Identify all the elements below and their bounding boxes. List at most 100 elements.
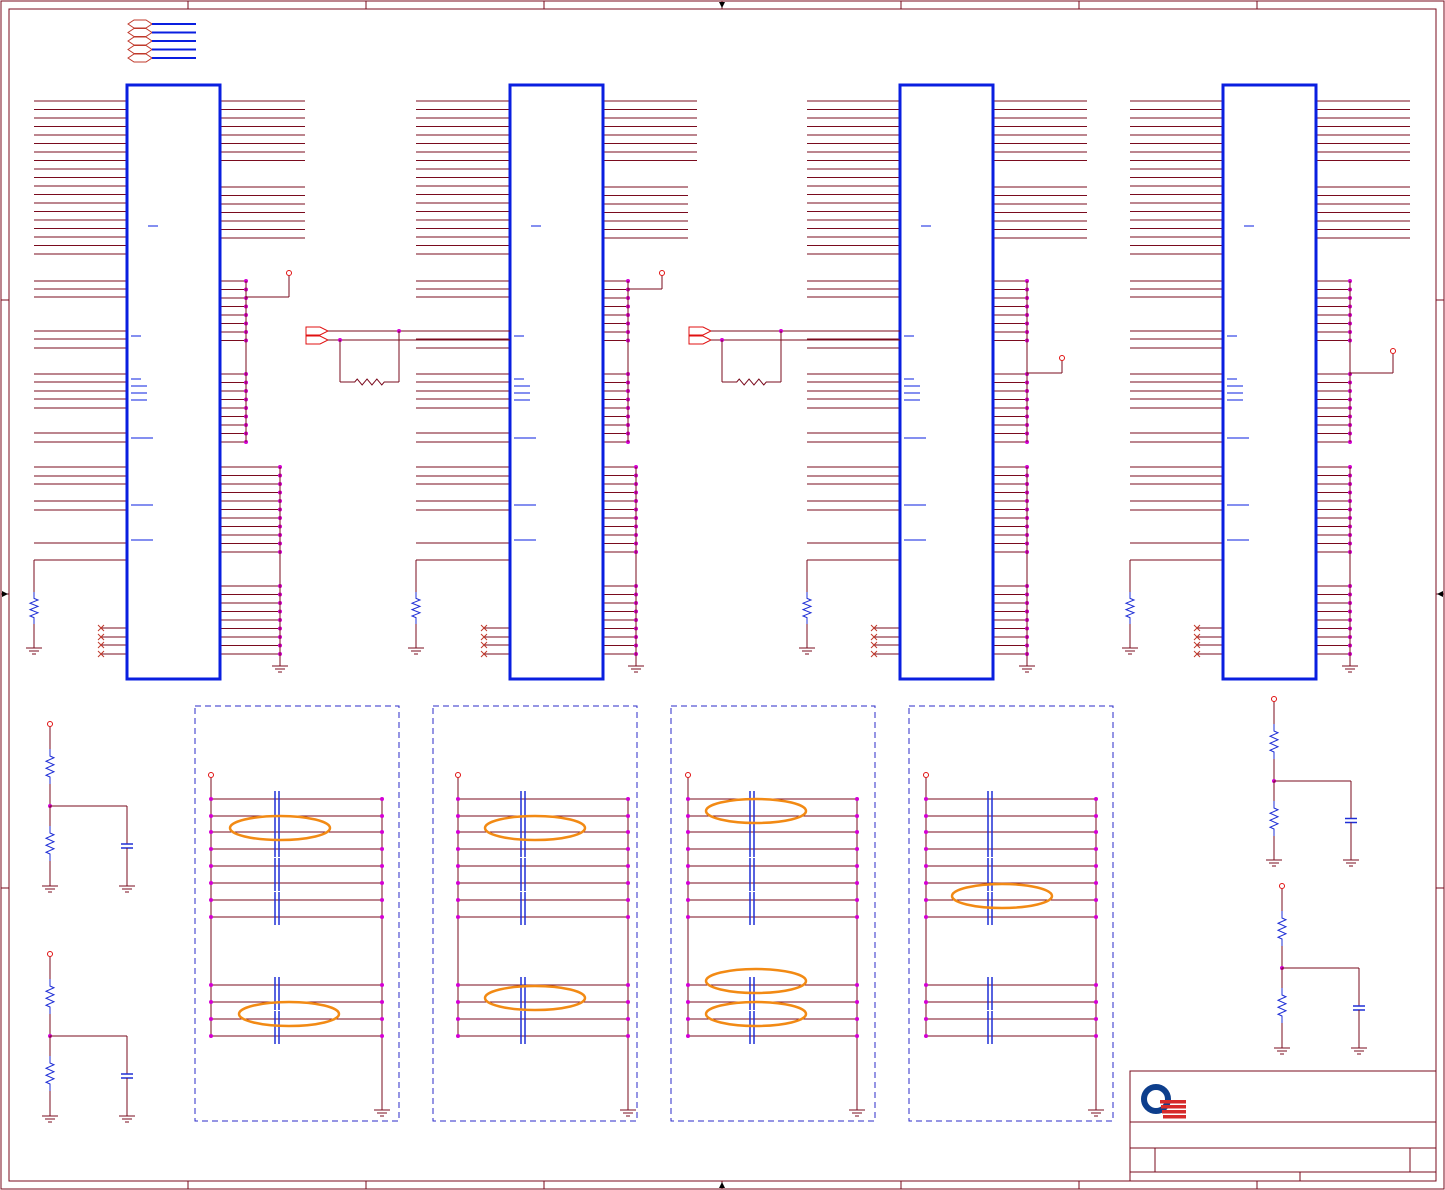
highlight-ellipse [483, 814, 587, 842]
highlight-ellipse [237, 1000, 341, 1028]
junction-dot [626, 1034, 630, 1038]
resistor-body [1276, 988, 1288, 1023]
resistor-icon [1268, 724, 1280, 759]
offsheet-connector-icon [127, 53, 153, 63]
junction-dot [456, 797, 460, 801]
ic-body [1221, 83, 1318, 681]
clock-net-1 [305, 326, 510, 386]
junction-dot [924, 915, 928, 919]
capacitor-icon [274, 858, 280, 891]
ground-icon [408, 642, 424, 655]
highlight-ellipse [704, 797, 808, 825]
ground-icon [374, 1104, 390, 1117]
ic-block-1 [26, 83, 305, 681]
junction-dot [924, 797, 928, 801]
resistor-icon [801, 592, 813, 624]
junction-dot [209, 983, 213, 987]
highlight-ellipse [704, 1000, 808, 1028]
title-block-frame [1129, 1070, 1437, 1182]
junction-dot [855, 814, 859, 818]
resistor-icon [44, 826, 56, 861]
ground-icon [1019, 660, 1035, 673]
decoupling-group-4 [908, 705, 1114, 1122]
highlight-ellipse [950, 882, 1054, 910]
ic-block-3 [799, 83, 1087, 681]
ground-icon [1122, 642, 1138, 655]
junction-dot [855, 864, 859, 868]
center-arrow [719, 2, 725, 8]
junction-dot [924, 814, 928, 818]
logo-stripe [1162, 1110, 1186, 1114]
power-flag-icon [47, 721, 53, 727]
voltage-divider-3 [1266, 696, 1359, 867]
center-arrow [719, 1182, 725, 1188]
junction-dot [855, 1017, 859, 1021]
ground-icon [849, 1104, 865, 1117]
junction-dot [1094, 864, 1098, 868]
junction-dot [686, 847, 690, 851]
capacitor-icon [987, 791, 993, 824]
highlight-ellipse [228, 814, 332, 842]
capacitor-icon [520, 791, 526, 824]
resistor-body [1276, 911, 1288, 946]
capacitor-icon [274, 791, 280, 824]
resistor-body [410, 592, 422, 624]
junction-dot [686, 1000, 690, 1004]
junction-dot [686, 898, 690, 902]
ic-block-2 [408, 83, 697, 681]
capacitor-icon [987, 977, 993, 1010]
outer-frame [0, 0, 1445, 1190]
resistor-body [44, 749, 56, 784]
junction-dot [380, 898, 384, 902]
dashed-boundary [670, 705, 876, 1122]
junction-dot [380, 1034, 384, 1038]
junction-dot [1094, 847, 1098, 851]
resistor-icon [44, 979, 56, 1014]
clock-net-2 [688, 326, 900, 386]
ic-body [898, 83, 995, 681]
junction-dot [855, 1034, 859, 1038]
junction-dot [456, 881, 460, 885]
capacitor-icon [1345, 817, 1357, 824]
power-flag-icon [659, 270, 665, 276]
logo-stripe [1163, 1115, 1186, 1119]
junction-dot [924, 898, 928, 902]
capacitor-icon [520, 858, 526, 891]
junction-dot [855, 797, 859, 801]
junction-dot [209, 1034, 213, 1038]
capacitor-icon [520, 977, 526, 1010]
power-flag-icon [1279, 883, 1285, 889]
junction-dot [686, 915, 690, 919]
resistor-icon [1276, 988, 1288, 1023]
ic-block-4 [1122, 83, 1410, 681]
ground-icon [1351, 1042, 1367, 1055]
offsheet-connectors [127, 19, 196, 63]
junction-dot [686, 830, 690, 834]
junction-dot [855, 847, 859, 851]
junction-dot [456, 847, 460, 851]
junction-dot [1094, 983, 1098, 987]
junction-dot [1094, 898, 1098, 902]
junction-dot [456, 1017, 460, 1021]
junction-dot [855, 1000, 859, 1004]
junction-dot [626, 847, 630, 851]
offsheet-connector-icon [688, 326, 713, 336]
junction-dot [209, 814, 213, 818]
capacitor-icon [520, 1011, 526, 1044]
schematic-canvas [0, 0, 1445, 1190]
resistor-icon [28, 592, 40, 624]
ground-icon [272, 660, 288, 673]
ground-icon [1342, 660, 1358, 673]
junction-dot [380, 830, 384, 834]
junction-dot [686, 864, 690, 868]
capacitor-icon [274, 977, 280, 1010]
offsheet-connector-icon [688, 335, 713, 345]
junction-dot [686, 797, 690, 801]
capacitor-icon [274, 892, 280, 925]
power-flag-icon [286, 270, 292, 276]
resistor-body [1268, 801, 1280, 836]
junction-dot [924, 881, 928, 885]
power-flag-icon [923, 772, 929, 778]
offsheet-connector-icon [305, 335, 330, 345]
junction-dot [380, 814, 384, 818]
